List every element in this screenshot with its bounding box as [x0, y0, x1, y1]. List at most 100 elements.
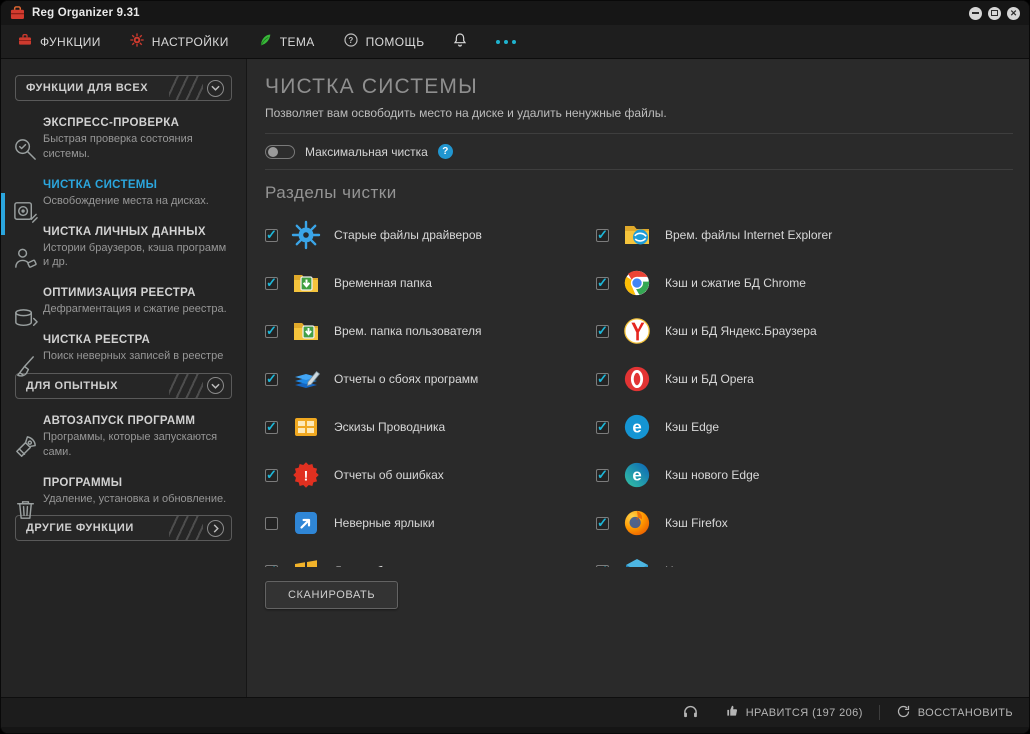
briefcase-icon — [17, 32, 33, 51]
question-icon[interactable] — [438, 144, 453, 159]
app-body: ФУНКЦИИ ДЛЯ ВСЕХ ЭКСПРЕСС-ПРОВЕРКА Быстр… — [1, 59, 1029, 697]
checkbox[interactable] — [265, 325, 278, 338]
chevron-right-icon[interactable] — [207, 520, 224, 537]
item-desc: Поиск неверных записей в реестре — [43, 349, 228, 364]
checkbox[interactable] — [596, 373, 609, 386]
cleanup-item-opera-cache[interactable]: Кэш и БД Opera — [596, 355, 927, 403]
checkbox[interactable] — [265, 373, 278, 386]
firefox-icon — [622, 508, 652, 538]
statusbar: НРАВИТСЯ (197 206) ВОССТАНОВИТЬ — [1, 697, 1029, 727]
checkbox[interactable] — [596, 325, 609, 338]
cleanup-item-ie-temp-files[interactable]: Врем. файлы Internet Explorer — [596, 211, 927, 259]
crash-reports-icon — [291, 364, 321, 394]
cleanup-item-temp-folder[interactable]: Временная папка — [265, 259, 596, 307]
cleanup-item-label: Неверные ярлыки — [334, 516, 435, 530]
cleanup-item-yandex-cache[interactable]: Кэш и БД Яндекс.Браузера — [596, 307, 927, 355]
sidebar-item-private-data[interactable]: ЧИСТКА ЛИЧНЫХ ДАННЫХ Истории браузеров, … — [1, 218, 246, 280]
yandex-browser-icon — [622, 316, 652, 346]
checkbox[interactable] — [265, 277, 278, 290]
rocket-icon — [12, 434, 39, 461]
svg-text:?: ? — [348, 36, 353, 45]
checkbox[interactable] — [596, 517, 609, 530]
edge-icon: e — [622, 412, 652, 442]
cleanup-item-crash-reports[interactable]: Отчеты о сбоях программ — [265, 355, 596, 403]
svg-text:e: e — [632, 466, 641, 485]
page-title: ЧИСТКА СИСТЕМЫ — [265, 75, 1013, 99]
item-title: ПРОГРАММЫ — [43, 477, 236, 489]
scan-button[interactable]: СКАНИРОВАТЬ — [265, 581, 398, 609]
item-desc: Быстрая проверка состояния системы. — [43, 132, 228, 162]
checkbox[interactable] — [265, 421, 278, 434]
cleanup-item-label: Кэш и БД Яндекс.Браузера — [665, 324, 817, 338]
cleanup-item-label: Логи работы системы — [334, 564, 455, 567]
sidebar-item-registry-optimize[interactable]: ОПТИМИЗАЦИЯ РЕЕСТРА Дефрагментация и сжа… — [1, 279, 246, 326]
close-button[interactable] — [1007, 7, 1020, 20]
cleanup-item-label: Кэш и БД Opera — [665, 372, 754, 386]
checkbox[interactable] — [265, 517, 278, 530]
sidebar-item-registry-clean[interactable]: ЧИСТКА РЕЕСТРА Поиск неверных записей в … — [1, 326, 246, 373]
item-desc: Программы, которые запускаются сами. — [43, 430, 228, 460]
checkbox[interactable] — [265, 229, 278, 242]
menu-settings[interactable]: НАСТРОЙКИ — [129, 32, 229, 51]
menu-settings-label: НАСТРОЙКИ — [152, 35, 229, 49]
cleanup-item-error-reports[interactable]: ! Отчеты об ошибках — [265, 451, 596, 499]
stripes-decoration — [169, 374, 203, 398]
cleanup-item-firefox-cache[interactable]: Кэш Firefox — [596, 499, 927, 547]
thumb-up-icon — [725, 704, 739, 721]
sidebar-group-advanced[interactable]: ДЛЯ ОПЫТНЫХ — [15, 373, 232, 399]
chrome-icon — [622, 268, 652, 298]
cleanup-item-invalid-shortcuts[interactable]: Неверные ярлыки — [265, 499, 596, 547]
cleanup-item-old-drivers[interactable]: Старые файлы драйверов — [265, 211, 596, 259]
headphones-icon — [682, 703, 699, 723]
cleanup-item-system-logs[interactable]: Логи работы системы — [265, 547, 596, 567]
checkbox[interactable] — [265, 469, 278, 482]
gear-icon — [129, 32, 145, 51]
sidebar-group-other-functions[interactable]: ДРУГИЕ ФУНКЦИИ — [15, 515, 232, 541]
chevron-down-icon[interactable] — [207, 377, 224, 394]
menu-functions[interactable]: ФУНКЦИИ — [17, 32, 101, 51]
driver-gear-icon — [291, 220, 321, 250]
toggle-label: Максимальная чистка — [305, 145, 428, 159]
menu-functions-label: ФУНКЦИИ — [40, 35, 101, 49]
checkbox[interactable] — [265, 565, 278, 568]
sidebar-item-express-check[interactable]: ЭКСПРЕСС-ПРОВЕРКА Быстрая проверка состо… — [1, 109, 246, 171]
cleanup-item-chrome-cache[interactable]: Кэш и сжатие БД Chrome — [596, 259, 927, 307]
menu-more-button[interactable] — [496, 40, 516, 44]
sidebar-group-functions-for-all[interactable]: ФУНКЦИИ ДЛЯ ВСЕХ — [15, 75, 232, 101]
checkbox[interactable] — [596, 469, 609, 482]
thumbnails-grid-icon — [291, 412, 321, 442]
notifications-button[interactable] — [452, 32, 468, 51]
checkbox[interactable] — [596, 277, 609, 290]
window-title: Reg Organizer 9.31 — [32, 7, 140, 19]
checkbox[interactable] — [596, 421, 609, 434]
restore-button[interactable]: ВОССТАНОВИТЬ — [896, 704, 1013, 722]
trash-icon — [12, 496, 39, 523]
cleanup-item-invalid-registry-paths[interactable]: Неверные пути в реестре — [596, 547, 927, 567]
person-eraser-icon — [12, 245, 39, 272]
cleanup-item-label: Эскизы Проводника — [334, 420, 445, 434]
group-label: ДЛЯ ОПЫТНЫХ — [26, 380, 118, 392]
menu-theme[interactable]: ТЕМА — [257, 32, 315, 51]
menu-help[interactable]: ? ПОМОЩЬ — [343, 32, 425, 51]
sidebar-item-programs[interactable]: ПРОГРАММЫ Удаление, установка и обновлен… — [1, 469, 246, 516]
cleanup-sections: Старые файлы драйверов Временная папка В… — [265, 211, 1013, 567]
sidebar-item-system-cleanup[interactable]: ЧИСТКА СИСТЕМЫ Освобождение места на дис… — [1, 171, 246, 218]
help-icon: ? — [343, 32, 359, 51]
cleanup-item-label: Врем. файлы Internet Explorer — [665, 228, 832, 242]
support-headphones-button[interactable] — [682, 703, 699, 723]
cleanup-item-user-temp-folder[interactable]: Врем. папка пользователя — [265, 307, 596, 355]
max-clean-toggle[interactable] — [265, 145, 295, 159]
sidebar-item-autostart[interactable]: АВТОЗАПУСК ПРОГРАММ Программы, которые з… — [1, 407, 246, 469]
cleanup-item-new-edge-cache[interactable]: e Кэш нового Edge — [596, 451, 927, 499]
chevron-down-icon[interactable] — [207, 80, 224, 97]
like-button[interactable]: НРАВИТСЯ (197 206) — [725, 704, 863, 721]
restore-label: ВОССТАНОВИТЬ — [918, 707, 1013, 719]
checkbox[interactable] — [596, 229, 609, 242]
checkbox[interactable] — [596, 565, 609, 568]
menu-theme-label: ТЕМА — [280, 35, 315, 49]
minimize-button[interactable] — [969, 7, 982, 20]
maximize-button[interactable] — [988, 7, 1001, 20]
cleanup-item-edge-cache[interactable]: e Кэш Edge — [596, 403, 927, 451]
cleanup-item-explorer-thumbnails[interactable]: Эскизы Проводника — [265, 403, 596, 451]
bell-icon — [452, 32, 468, 51]
